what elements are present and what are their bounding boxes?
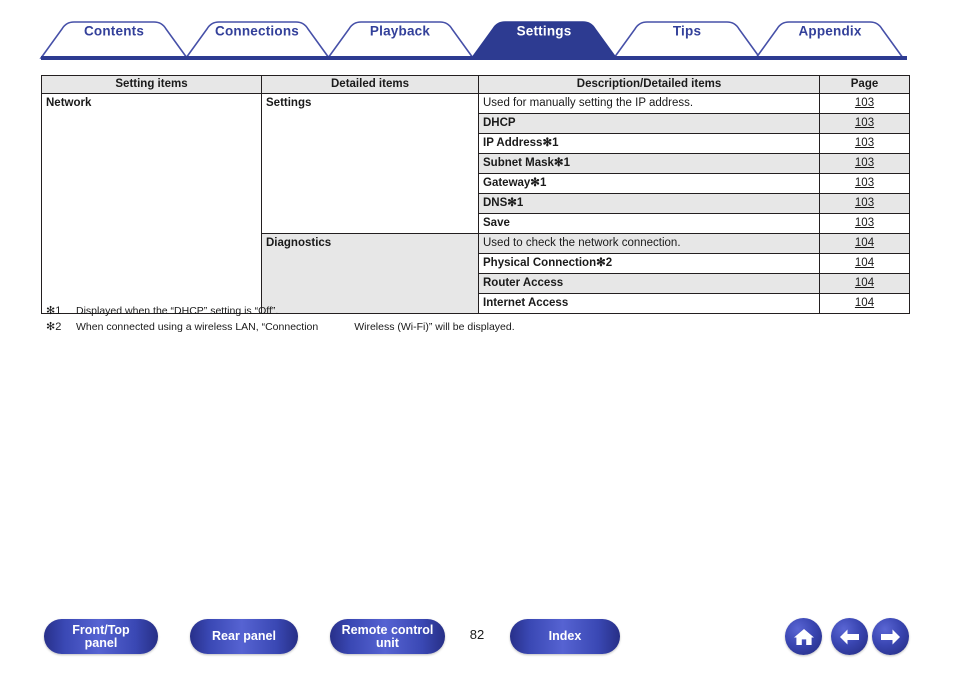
- cell-description: Internet Access: [478, 293, 820, 314]
- table-header-row: Setting items Detailed items Description…: [41, 75, 910, 94]
- cell-description: IP Address✻1: [478, 133, 820, 154]
- tab-contents[interactable]: Contents: [84, 24, 144, 39]
- tab-settings[interactable]: Settings: [517, 24, 572, 39]
- rear-panel-label: Rear panel: [212, 629, 276, 643]
- tab-playback[interactable]: Playback: [370, 24, 430, 39]
- tab-connections[interactable]: Connections: [215, 24, 299, 39]
- cell-page: 103: [819, 193, 910, 214]
- cell-page: 104: [819, 273, 910, 294]
- footnote-2-mark: ✻2: [46, 321, 62, 333]
- footnote-2-text-before: When connected using a wireless LAN, “Co…: [76, 321, 319, 333]
- cell-page: 103: [819, 133, 910, 154]
- page-link[interactable]: 103: [855, 177, 874, 189]
- cell-description: Router Access: [478, 273, 820, 294]
- cell-page: 104: [819, 293, 910, 314]
- arrow-right-icon: [881, 629, 900, 644]
- rear-panel-button[interactable]: Rear panel: [190, 619, 298, 654]
- footnote-2: ✻2 When connected using a wireless LAN, …: [46, 319, 515, 335]
- next-page-button[interactable]: [872, 618, 909, 655]
- cell-page: 103: [819, 213, 910, 234]
- index-label: Index: [548, 629, 582, 643]
- cell-page: 103: [819, 173, 910, 194]
- tab-bar: Contents Connections Playback Settings T…: [0, 0, 954, 64]
- cell-setting-item-network: Network: [41, 93, 262, 314]
- bottom-navigation-bar: Front/Top panel Rear panel Remote contro…: [0, 612, 954, 673]
- arrow-left-icon: [840, 629, 859, 644]
- cell-description: Gateway✻1: [478, 173, 820, 194]
- previous-page-button[interactable]: [831, 618, 868, 655]
- front-top-panel-button[interactable]: Front/Top panel: [44, 619, 158, 654]
- cell-description: Physical Connection✻2: [478, 253, 820, 274]
- remote-control-label-line1: Remote control: [341, 622, 434, 637]
- front-top-panel-label-line1: Front/Top: [72, 622, 130, 637]
- cell-description: DHCP: [478, 113, 820, 134]
- remote-control-label-line2: unit: [376, 635, 399, 650]
- column-header-page: Page: [819, 75, 910, 94]
- settings-table: Setting items Detailed items Description…: [41, 75, 910, 314]
- page-link[interactable]: 104: [855, 297, 874, 309]
- column-header-detailed-items: Detailed items: [261, 75, 479, 94]
- page-link[interactable]: 104: [855, 237, 874, 249]
- cell-page: 104: [819, 253, 910, 274]
- cell-page: 103: [819, 93, 910, 114]
- footnote-1-text: Displayed when the “DHCP” setting is “Of…: [76, 305, 279, 317]
- index-button[interactable]: Index: [510, 619, 620, 654]
- page-link[interactable]: 103: [855, 117, 874, 129]
- page-link[interactable]: 103: [855, 137, 874, 149]
- cell-description: Subnet Mask✻1: [478, 153, 820, 174]
- table-row: Network Settings Used for manually setting…: [41, 93, 910, 314]
- footnotes: ✻1 Displayed when the “DHCP” setting is …: [46, 303, 515, 335]
- home-button[interactable]: [785, 618, 822, 655]
- page-link[interactable]: 104: [855, 277, 874, 289]
- footnote-1-mark: ✻1: [46, 305, 62, 317]
- column-header-description: Description/Detailed items: [478, 75, 820, 94]
- remote-control-unit-button[interactable]: Remote control unit: [330, 619, 445, 654]
- column-header-setting-items: Setting items: [41, 75, 262, 94]
- cell-description: Used to check the network connection.: [478, 233, 820, 254]
- cell-detailed-item: Diagnostics: [261, 233, 479, 314]
- cell-description: DNS✻1: [478, 193, 820, 214]
- footnote-2-text-after: Wireless (Wi-Fi)” will be displayed.: [354, 321, 515, 333]
- cell-page: 104: [819, 233, 910, 254]
- cell-page: 103: [819, 153, 910, 174]
- tab-appendix[interactable]: Appendix: [798, 24, 861, 39]
- tab-tips[interactable]: Tips: [673, 24, 701, 39]
- cell-detailed-item: Settings: [261, 93, 479, 234]
- front-top-panel-label-line2: panel: [84, 635, 118, 650]
- footnote-1: ✻1 Displayed when the “DHCP” setting is …: [46, 303, 515, 319]
- page-link[interactable]: 103: [855, 97, 874, 109]
- home-icon: [793, 628, 814, 645]
- cell-page: 103: [819, 113, 910, 134]
- page-link[interactable]: 103: [855, 157, 874, 169]
- cell-description: Used for manually setting the IP address…: [478, 93, 820, 114]
- table-body: Network Settings Used for manually setting…: [41, 93, 910, 314]
- page-link[interactable]: 103: [855, 217, 874, 229]
- tab-baseline: [41, 56, 907, 60]
- page-link[interactable]: 104: [855, 257, 874, 269]
- page-number: 82: [469, 627, 485, 642]
- page-link[interactable]: 103: [855, 197, 874, 209]
- cell-description: Save: [478, 213, 820, 234]
